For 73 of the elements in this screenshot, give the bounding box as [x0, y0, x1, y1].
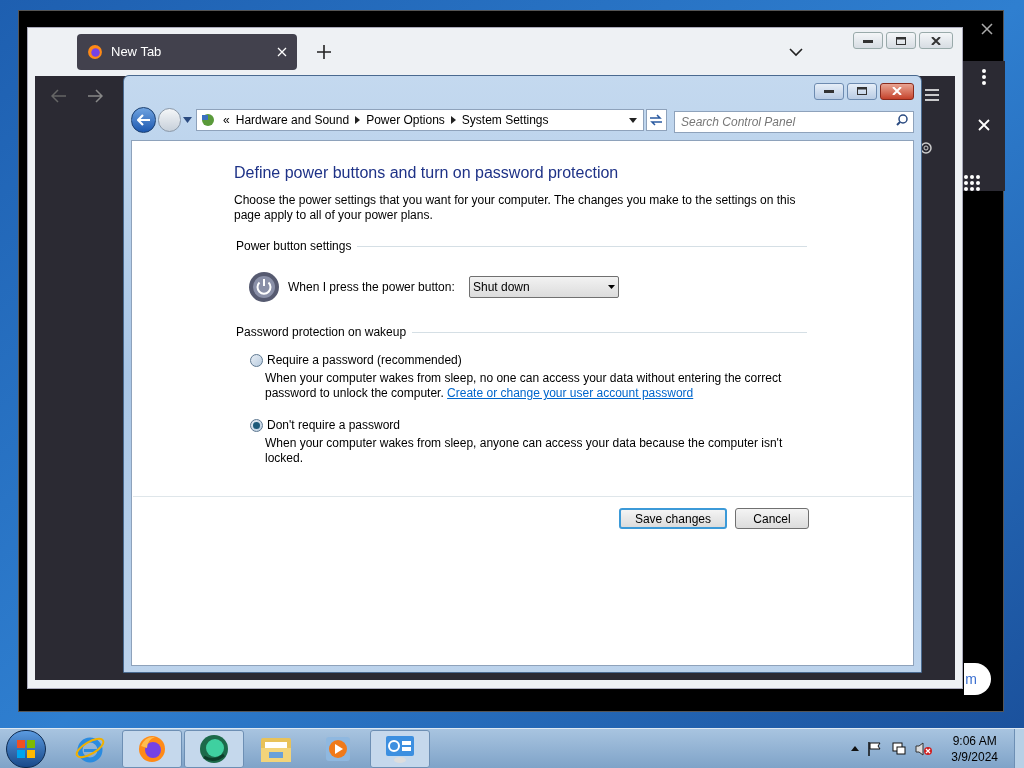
dropdown-arrow-icon[interactable]: [628, 117, 637, 123]
close-icon: [931, 36, 941, 45]
firefox-icon: [87, 44, 103, 60]
windows-logo-icon: [17, 739, 35, 758]
close-icon[interactable]: [978, 119, 990, 131]
breadcrumb-arrow-icon[interactable]: [355, 116, 361, 124]
maximize-button[interactable]: [847, 82, 877, 100]
minimize-icon: [863, 38, 873, 43]
taskbar-button[interactable]: [370, 729, 430, 768]
muted-speaker-icon[interactable]: [915, 740, 934, 757]
taskbar-button[interactable]: [184, 729, 244, 768]
refresh-button[interactable]: [645, 109, 667, 131]
breadcrumb[interactable]: Power Options: [366, 111, 445, 129]
option-description: When your computer wakes from sleep, anyone can access your data because the computer isn't locked.: [264, 436, 784, 466]
option-label: Don't require a password: [267, 417, 401, 434]
firefox-icon: [137, 733, 167, 764]
flag-icon[interactable]: [867, 740, 884, 757]
radio-button[interactable]: [250, 418, 263, 432]
maximize-button[interactable]: [886, 32, 916, 49]
more-icon[interactable]: [982, 69, 986, 85]
option-label: Require a password (recommended): [267, 352, 462, 369]
breadcrumb-overflow[interactable]: «: [223, 111, 230, 129]
option-description: When your computer wakes from sleep, no one can access your data without entering the correct password to unlock the computer. Create or change your user account password: [264, 371, 783, 401]
app-icon: [198, 732, 230, 765]
minimize-button[interactable]: [853, 32, 883, 49]
dialog-button[interactable]: Cancel: [735, 508, 809, 529]
taskbar-button[interactable]: [122, 729, 182, 768]
maximize-icon: [857, 87, 867, 95]
dropdown-arrow-icon: [608, 285, 615, 289]
address-bar[interactable]: « Hardware and Sound Power Options System Settings: [196, 109, 644, 131]
browser-tab[interactable]: New Tab: [77, 34, 297, 70]
show-hidden-icons[interactable]: [851, 746, 860, 751]
back-arrow-icon[interactable]: [51, 89, 67, 103]
close-button[interactable]: [981, 23, 993, 35]
show-desktop-button[interactable]: [1014, 728, 1024, 768]
radio-button[interactable]: [250, 353, 263, 367]
search-field[interactable]: Search Control Panel: [674, 111, 914, 133]
minimize-icon: [824, 89, 834, 93]
maximize-icon: [896, 36, 906, 45]
breadcrumb-arrow-icon[interactable]: [450, 116, 456, 124]
close-button[interactable]: [919, 32, 953, 49]
breadcrumb[interactable]: Hardware and Sound: [235, 111, 350, 129]
network-icon[interactable]: [891, 740, 908, 757]
back-arrow-icon: [136, 114, 151, 126]
dialog-button[interactable]: Save changes: [618, 508, 727, 529]
minimize-button[interactable]: [814, 82, 844, 100]
pill-button[interactable]: m: [964, 663, 991, 695]
close-icon: [981, 23, 993, 35]
tab-title: New Tab: [111, 43, 163, 62]
chevron-down-icon[interactable]: [789, 47, 803, 57]
dropdown-arrow-icon[interactable]: [183, 117, 193, 123]
breadcrumb[interactable]: System Settings: [461, 111, 549, 129]
menu-icon[interactable]: [925, 89, 939, 101]
power-button-dropdown[interactable]: Shut down: [469, 276, 619, 298]
refresh-icon: [649, 114, 664, 126]
field-label: When I press the power button:: [288, 279, 456, 296]
close-button[interactable]: [880, 82, 914, 100]
account-password-link[interactable]: Create or change your user account password: [447, 386, 694, 400]
clock-date[interactable]: 3/9/2024: [951, 748, 998, 765]
clock-time[interactable]: 9:06 AM: [952, 732, 997, 749]
section-title: Password protection on wakeup: [235, 324, 407, 341]
page-heading: Define power buttons and turn on password protection: [234, 163, 620, 183]
power-icon: [248, 271, 280, 303]
page-description: Choose the power settings that you want for your computer. The changes you make to the settings on this page apply to all of your power plans.: [234, 193, 797, 223]
back-button[interactable]: [131, 107, 157, 133]
apps-grid-icon[interactable]: [964, 175, 980, 191]
forward-arrow-icon[interactable]: [87, 89, 103, 103]
section-title: Power button settings: [235, 238, 352, 255]
start-button[interactable]: [6, 729, 46, 768]
new-tab-icon[interactable]: [317, 45, 331, 59]
search-icon: [896, 114, 908, 126]
close-icon[interactable]: [277, 47, 287, 57]
close-icon: [892, 87, 902, 95]
